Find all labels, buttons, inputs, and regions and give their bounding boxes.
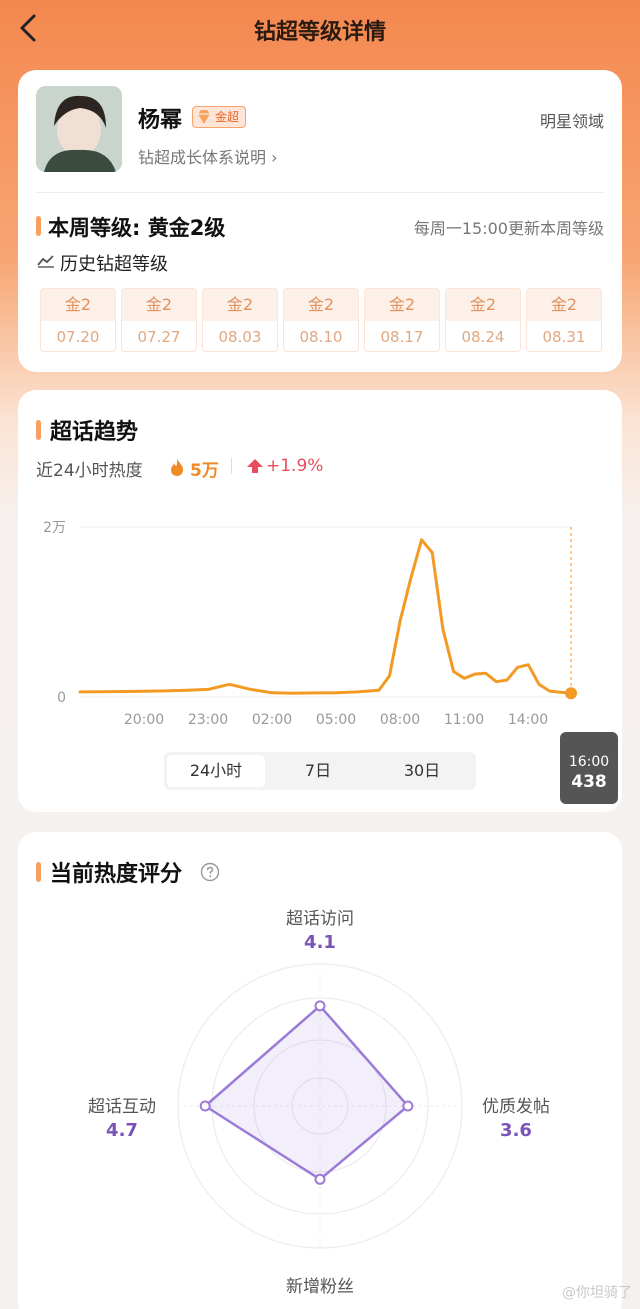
radar-label-followers: 新增粉丝 (286, 1277, 354, 1297)
x-tick-label: 08:00 (380, 712, 420, 728)
radar-label-posts: 优质发帖 (482, 1097, 550, 1117)
tab-30d[interactable]: 30日 (372, 752, 472, 790)
update-note: 每周一15:00更新本周等级 (413, 219, 604, 238)
tier-badge-label: 金超 (215, 110, 240, 124)
x-tick-label: 14:00 (508, 712, 548, 728)
score-card: 当前热度评分 超话访问 4.1 优质发帖 3.6 新增粉丝 超话互动 4.7 (18, 832, 622, 1309)
history-cell: 金2 08.24 (445, 288, 521, 352)
radar-point (199, 1100, 211, 1112)
radar-label-visits: 超话访问 (286, 909, 354, 929)
level-card: 杨幂 金超 钻超成长体系说明 › 明星领域 本周等级: 黄金2级 每周一15:0… (18, 70, 622, 372)
current-point (565, 687, 577, 700)
history-level: 金2 (446, 289, 520, 321)
history-level: 金2 (122, 289, 196, 321)
history-level: 金2 (41, 289, 115, 321)
user-name: 杨幂 (138, 108, 183, 133)
tab-7d[interactable]: 7日 (268, 752, 368, 790)
history-grid: 金2 07.20 金2 07.27 金2 08.03 金2 08.10 金2 0… (40, 288, 604, 352)
tooltip-time: 16:00 (568, 754, 610, 770)
radar-point (402, 1100, 414, 1112)
chart-tooltip: 16:00 438 (560, 732, 618, 804)
divider (36, 192, 604, 193)
tier-badge: 金超 (192, 106, 247, 128)
radar-value-visits: 4.1 (304, 932, 336, 953)
radar-chart (177, 963, 463, 1249)
history-cell: 金2 08.17 (364, 288, 440, 352)
history-level: 金2 (284, 289, 358, 321)
avatar-image (36, 86, 122, 172)
domain-label: 明星领域 (539, 112, 604, 131)
tab-24h[interactable]: 24小时 (167, 755, 265, 787)
radar-label-interaction: 超话互动 (88, 1097, 156, 1117)
history-date: 08.03 (218, 328, 262, 346)
history-date: 07.20 (56, 328, 100, 346)
trend-chart[interactable]: 2万 0 20:00 23:00 02:00 05:00 08:00 11:00… (18, 390, 622, 740)
history-cell: 金2 08.03 (202, 288, 278, 352)
range-tabs: 24小时 7日 30日 (164, 752, 476, 790)
series-line (78, 538, 573, 695)
watermark: @你坦骑了 (562, 1285, 632, 1301)
history-title: 历史钻超等级 (60, 254, 168, 275)
trend-line-icon (37, 255, 54, 268)
history-level: 金2 (365, 289, 439, 321)
page-title: 钻超等级详情 (253, 20, 386, 45)
history-cell: 金2 08.31 (526, 288, 602, 352)
history-level: 金2 (203, 289, 277, 321)
weekly-level: 本周等级: 黄金2级 (48, 216, 226, 240)
trend-card: 超话趋势 近24小时热度 5万 +1.9% 2万 0 20:00 23:00 0… (18, 390, 622, 812)
radar-value-interaction: 4.7 (106, 1120, 138, 1141)
history-date: 08.31 (542, 328, 586, 346)
avatar[interactable] (36, 86, 122, 172)
y-tick-label: 2万 (43, 520, 66, 536)
radar-polygon (203, 1004, 410, 1181)
tooltip-value: 438 (571, 772, 607, 792)
history-date: 07.27 (137, 328, 181, 346)
history-cell: 金2 07.27 (121, 288, 197, 352)
history-date: 08.10 (299, 328, 343, 346)
history-date: 08.24 (461, 328, 505, 346)
history-cell: 金2 08.10 (283, 288, 359, 352)
history-level: 金2 (527, 289, 601, 321)
history-date: 08.17 (380, 328, 424, 346)
radar-point (314, 1173, 326, 1185)
x-tick-label: 23:00 (188, 712, 228, 728)
x-tick-label: 11:00 (444, 712, 484, 728)
radar-value-posts: 3.6 (500, 1120, 532, 1141)
header: 钻超等级详情 (0, 0, 640, 60)
diamond-icon (198, 110, 210, 124)
radar-point (314, 1000, 326, 1012)
x-tick-label: 20:00 (124, 712, 164, 728)
y-tick-label: 0 (57, 690, 66, 706)
x-tick-label: 05:00 (316, 712, 356, 728)
history-cell: 金2 07.20 (40, 288, 116, 352)
section-accent-bar (36, 216, 41, 236)
x-tick-label: 02:00 (252, 712, 292, 728)
growth-system-link[interactable]: 钻超成长体系说明 › (138, 144, 278, 168)
